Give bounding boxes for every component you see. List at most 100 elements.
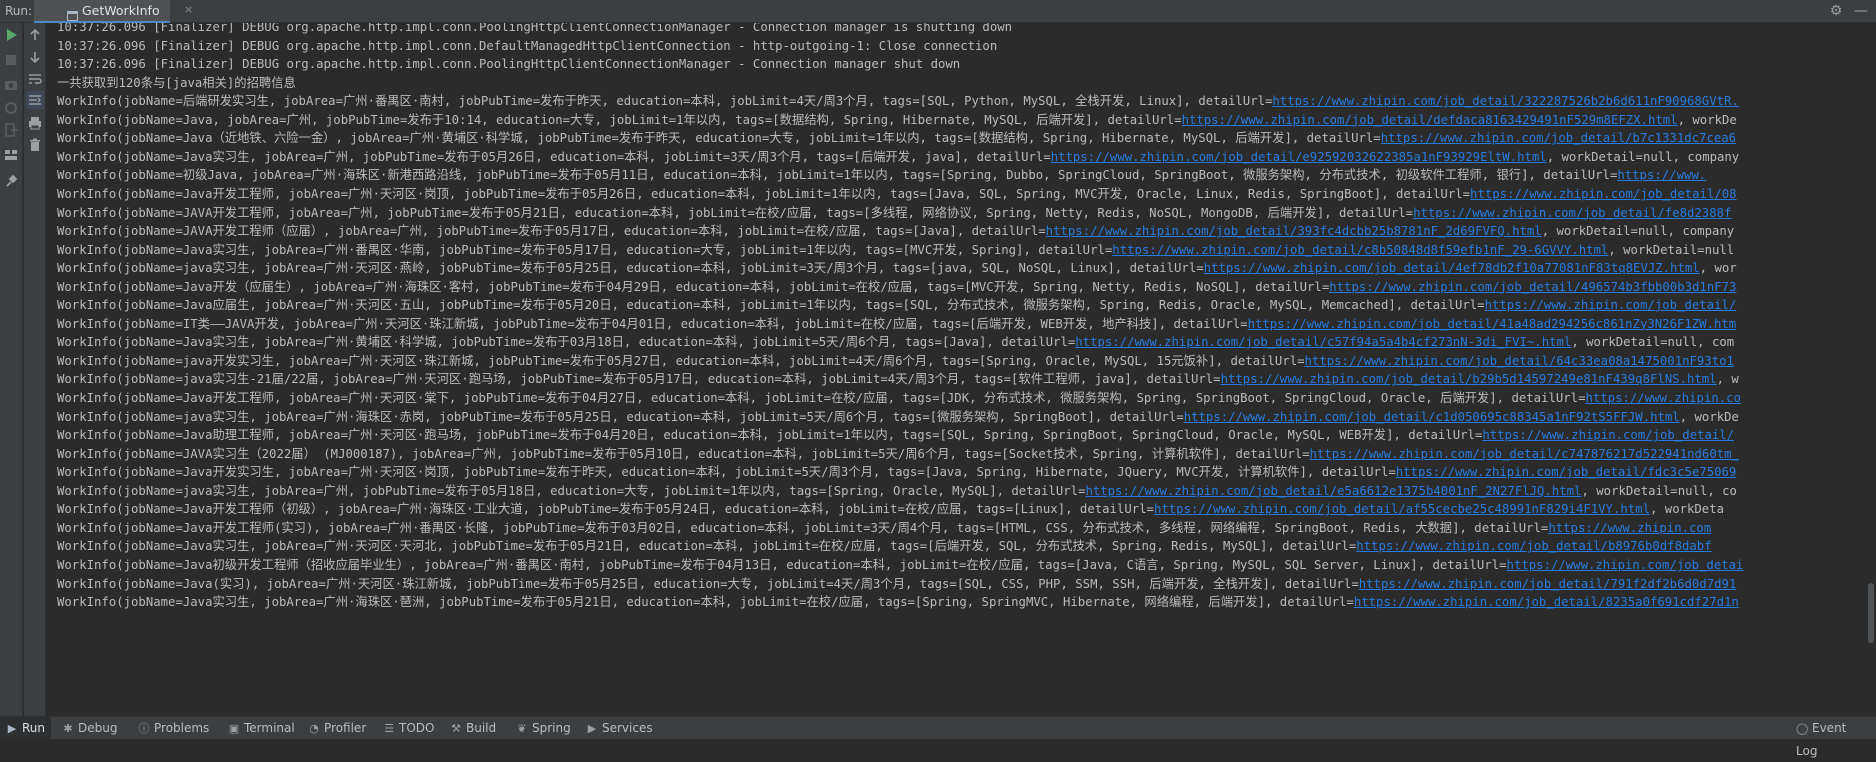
console-line: WorkInfo(jobName=JAVA开发工程师, jobArea=广州, … xyxy=(57,204,1731,222)
camera-icon[interactable] xyxy=(2,76,20,94)
detail-url-link[interactable]: https://www.zhipin.com/job_detail/ xyxy=(1482,428,1734,442)
detail-url-link[interactable]: https://www.zhipin.com/job_detail/ xyxy=(1485,298,1737,312)
detail-url-link[interactable]: https://www.zhipin.com/job_detai xyxy=(1507,558,1744,572)
tab-build[interactable]: ⚒ Build xyxy=(444,717,502,739)
console-line-text: WorkInfo(jobName=Java开发工程师, jobArea=广州·天… xyxy=(57,391,1586,405)
console-line: WorkInfo(jobName=Java助理工程师, jobArea=广州·天… xyxy=(57,426,1734,444)
detail-url-link[interactable]: https://www.zhipin.com/job_detail/b7c133… xyxy=(1381,131,1736,145)
console-line-tail: , workDetail=null, company xyxy=(1546,149,1740,164)
scroll-to-end-icon[interactable] xyxy=(26,91,44,109)
terminal-icon: ▣ xyxy=(228,722,240,735)
tab-spring[interactable]: ❦ Spring xyxy=(510,717,577,739)
tab-terminal[interactable]: ▣ Terminal xyxy=(222,717,301,739)
console-line-text: 10:37:26.096 [Finalizer] DEBUG org.apach… xyxy=(57,57,961,72)
tab-problems[interactable]: ⓘ Problems xyxy=(132,717,215,739)
detail-url-link[interactable]: https://www.zhipin.com/job_detail/fdc3c5… xyxy=(1396,465,1737,479)
detail-url-link[interactable]: https://www.zhipin.com/job_detail/496574… xyxy=(1329,280,1736,294)
detail-url-link[interactable]: https://www.zhipin.com/job_detail/c74787… xyxy=(1310,447,1739,461)
arrow-down-icon[interactable] xyxy=(26,48,44,66)
detail-url-link[interactable]: https://www.zhipin.com/job_detail/08 xyxy=(1470,187,1737,201)
detail-url-link[interactable]: https://www.zhipin.com/job_detail/e92592… xyxy=(1051,150,1547,164)
close-icon[interactable]: × xyxy=(184,3,193,16)
console-line-tail: , wor xyxy=(1699,261,1737,276)
run-label: Run: xyxy=(5,4,33,18)
console-line: WorkInfo(jobName=java开发实习生, jobArea=广州·天… xyxy=(57,352,1734,370)
tab-services[interactable]: ▶ Services xyxy=(580,717,659,739)
console-line: WorkInfo(jobName=Java实习生, jobArea=广州·黄埔区… xyxy=(57,333,1734,351)
gear-icon[interactable]: ⚙ xyxy=(1828,3,1844,19)
console-line: WorkInfo(jobName=java实习生, jobArea=广州, jo… xyxy=(57,482,1737,500)
tab-todo[interactable]: ☰ TODO xyxy=(377,717,440,739)
minimize-icon[interactable]: — xyxy=(1853,3,1869,19)
detail-url-link[interactable]: https://www.zhipin.com/job_detail/c8b508… xyxy=(1112,243,1608,257)
console-line-text: WorkInfo(jobName=Java开发实习生, jobArea=广州·天… xyxy=(57,465,1396,480)
tab-services-label: Services xyxy=(602,721,653,735)
detail-url-link[interactable]: https://www.zhipin.com/job_detail/af55ce… xyxy=(1154,502,1650,516)
tab-profiler[interactable]: ◔ Profiler xyxy=(302,717,372,739)
console-line: WorkInfo(jobName=Java实习生, jobArea=广州·海珠区… xyxy=(57,593,1739,611)
detail-url-link[interactable]: https://www.zhipin.com xyxy=(1548,521,1711,535)
trash-icon[interactable] xyxy=(26,136,44,154)
run-left-toolbar xyxy=(0,23,23,716)
detail-url-link[interactable]: https://www.zhipin.com/job_detail/64c33e… xyxy=(1305,354,1734,368)
console-line-text: WorkInfo(jobName=Java实习生, jobArea=广州·天河区… xyxy=(57,539,1357,554)
tab-profiler-label: Profiler xyxy=(324,721,367,735)
tab-debug-label: Debug xyxy=(78,721,118,735)
tab-debug[interactable]: ✱ Debug xyxy=(56,717,123,739)
console-line-text: WorkInfo(jobName=IT类——JAVA开发, jobArea=广州… xyxy=(57,316,1248,331)
play-icon: ▶ xyxy=(7,722,17,735)
console-line-text: WorkInfo(jobName=Java应届生, jobArea=广州·天河区… xyxy=(57,298,1485,313)
event-log-button[interactable]: ◯ Event Log xyxy=(1790,717,1876,758)
console-line: WorkInfo(jobName=Java开发（应届生）, jobArea=广州… xyxy=(57,278,1736,296)
console-line: WorkInfo(jobName=Java实习生, jobArea=广州·天河区… xyxy=(57,537,1712,555)
detail-url-link[interactable]: https://www.zhipin.com/job_detail/c57f94… xyxy=(1075,335,1571,349)
console-line-tail: , workDe xyxy=(1677,112,1737,127)
exit-icon[interactable] xyxy=(2,121,20,139)
console-line-text: 10:37:26.096 [Finalizer] DEBUG org.apach… xyxy=(57,23,1013,34)
detail-url-link[interactable]: https://www.zhipin.com/job_detail/b8976b… xyxy=(1356,539,1711,553)
detail-url-link[interactable]: https://www.zhipin.com/job_detail/8235a0… xyxy=(1354,595,1739,609)
console-line: 10:37:26.096 [Finalizer] DEBUG org.apach… xyxy=(57,37,997,55)
detail-url-link[interactable]: https://www.zhipin.com/job_detail/791f2d… xyxy=(1359,577,1737,591)
detail-url-link[interactable]: https://www.zhipin.com/job_detail/e5a661… xyxy=(1085,484,1581,498)
layout-icon[interactable] xyxy=(2,146,20,164)
list-icon: ☰ xyxy=(384,722,394,735)
console-line: WorkInfo(jobName=java实习生-21届/22届, jobAre… xyxy=(57,370,1739,388)
pin-icon[interactable] xyxy=(2,173,20,191)
tab-getworkinfo[interactable]: GetWorkInfo × xyxy=(34,0,193,23)
console-line-text: WorkInfo(jobName=Java实习生, jobArea=广州·黄埔区… xyxy=(57,335,1076,350)
vertical-scrollbar[interactable] xyxy=(1866,23,1876,716)
detail-url-link[interactable]: https://www.zhipin.com/job_detail/322287… xyxy=(1272,94,1738,108)
console-line: WorkInfo(jobName=Java(实习), jobArea=广州·天河… xyxy=(57,575,1736,593)
detail-url-link[interactable]: https://www.zhipin.com/job_detail/c1d050… xyxy=(1184,410,1680,424)
console-line-text: 10:37:26.096 [Finalizer] DEBUG org.apach… xyxy=(57,38,998,53)
detail-url-link[interactable]: https://www.zhipin.com/job_detail/defdac… xyxy=(1182,113,1678,127)
console-line: WorkInfo(jobName=Java开发实习生, jobArea=广州·天… xyxy=(57,463,1736,481)
print-icon[interactable] xyxy=(26,114,44,132)
tab-spring-label: Spring xyxy=(532,721,571,735)
detail-url-link[interactable]: https://www.zhipin.com/job_detail/41a48a… xyxy=(1248,317,1737,331)
console-line: WorkInfo(jobName=Java实习生, jobArea=广州, jo… xyxy=(57,148,1739,166)
detail-url-link[interactable]: https://www.zhipin.com/job_detail/4ef78d… xyxy=(1204,261,1700,275)
rerun-icon[interactable] xyxy=(2,26,20,44)
leaf-icon: ❦ xyxy=(517,722,527,735)
tab-run[interactable]: ▶ Run xyxy=(0,717,52,739)
detail-url-link[interactable]: https://www.zhipin.com/job_detail/b29b5d… xyxy=(1221,372,1717,386)
settings-icon[interactable] xyxy=(2,99,20,117)
stop-icon[interactable] xyxy=(2,51,20,69)
detail-url-link[interactable]: https://www. xyxy=(1617,168,1706,182)
tool-window-bar: ▶ Run ✱ Debug ⓘ Problems ▣ Terminal ◔ Profile… xyxy=(0,716,1876,758)
detail-url-link[interactable]: https://www.zhipin.co xyxy=(1585,391,1740,405)
arrow-up-icon[interactable] xyxy=(26,26,44,44)
soft-wrap-icon[interactable] xyxy=(26,70,44,88)
bug-icon: ✱ xyxy=(63,722,73,735)
detail-url-link[interactable]: https://www.zhipin.com/job_detail/393fc4… xyxy=(1046,224,1542,238)
console-output[interactable]: 10:37:26.096 [Finalizer] DEBUG org.apach… xyxy=(47,23,1876,716)
console-line: 一共获取到120条与[java相关]的招聘信息 xyxy=(57,74,296,92)
services-icon: ▶ xyxy=(587,722,597,735)
console-line-tail: , workDetail=null, co xyxy=(1581,483,1737,498)
tab-title: GetWorkInfo xyxy=(82,3,160,18)
detail-url-link[interactable]: https://www.zhipin.com/job_detail/fe8d23… xyxy=(1413,206,1731,220)
scrollbar-thumb[interactable] xyxy=(1868,583,1874,643)
console-line: WorkInfo(jobName=后端研发实习生, jobArea=广州·番禺区… xyxy=(57,92,1739,110)
